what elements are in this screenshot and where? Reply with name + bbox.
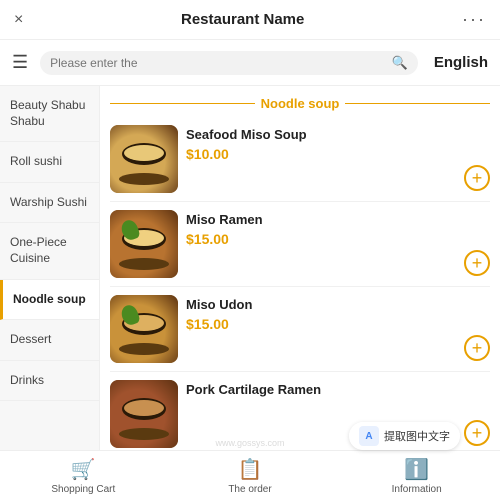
add-item-button-miso-ramen[interactable]: + <box>464 250 490 276</box>
ocr-badge[interactable]: A 提取图中文字 <box>349 422 460 450</box>
sidebar-item-warship-sushi[interactable]: Warship Sushi <box>0 183 99 224</box>
nav-icon-info: ℹ️ <box>404 457 429 482</box>
search-lang-row: ☰ 🔍 English <box>0 40 500 86</box>
item-price-miso-udon: $15.00 <box>186 316 490 332</box>
section-title: Noodle soup <box>110 86 490 117</box>
search-icon: 🔍 <box>392 55 408 71</box>
close-button[interactable]: × <box>14 11 23 29</box>
sidebar-item-dessert[interactable]: Dessert <box>0 320 99 361</box>
sidebar-item-drinks[interactable]: Drinks <box>0 361 99 402</box>
item-name-miso-ramen: Miso Ramen <box>186 212 490 227</box>
item-info-pork-cartilage-ramen: Pork Cartilage Ramen <box>186 380 490 401</box>
search-box[interactable]: 🔍 <box>40 51 418 75</box>
more-button[interactable]: ··· <box>462 9 486 30</box>
menu-item-miso-ramen: Miso Ramen $15.00 + <box>110 202 490 287</box>
add-item-button-pork-cartilage-ramen[interactable]: + <box>464 420 490 446</box>
content-area: Noodle soup Seafood Miso Soup$10.00+Miso… <box>100 86 500 456</box>
item-info-miso-udon: Miso Udon $15.00 <box>186 295 490 332</box>
item-name-miso-udon: Miso Udon <box>186 297 490 312</box>
ocr-translate-icon: A <box>359 426 379 446</box>
title-line-right <box>345 103 490 104</box>
bottom-nav: 🛒 Shopping Cart 📋 The order ℹ️ Information <box>0 450 500 500</box>
nav-label-info: Information <box>392 484 442 495</box>
item-image-miso-ramen <box>110 210 178 278</box>
main-layout: Beauty Shabu ShabuRoll sushiWarship Sush… <box>0 86 500 456</box>
item-price-miso-ramen: $15.00 <box>186 231 490 247</box>
search-input[interactable] <box>50 56 388 70</box>
add-item-button-miso-udon[interactable]: + <box>464 335 490 361</box>
top-bar: × Restaurant Name ··· <box>0 0 500 40</box>
restaurant-title: Restaurant Name <box>181 11 304 28</box>
nav-icon-cart: 🛒 <box>71 457 96 482</box>
menu-item-seafood-miso: Seafood Miso Soup $10.00 + <box>110 117 490 202</box>
nav-label-cart: Shopping Cart <box>51 484 115 495</box>
ocr-badge-label: 提取图中文字 <box>384 428 450 444</box>
item-info-miso-ramen: Miso Ramen $15.00 <box>186 210 490 247</box>
nav-label-order: The order <box>228 484 271 495</box>
sidebar-item-one-piece[interactable]: One-Piece Cuisine <box>0 223 99 279</box>
item-image-pork-cartilage-ramen <box>110 380 178 448</box>
language-label[interactable]: English <box>434 54 488 71</box>
nav-item-info[interactable]: ℹ️ Information <box>333 457 500 495</box>
menu-items-list: Seafood Miso Soup $10.00 + Miso Ramen $15.00… <box>110 117 490 456</box>
title-line-left <box>110 103 255 104</box>
section-title-text: Noodle soup <box>261 96 340 111</box>
item-image-seafood-miso <box>110 125 178 193</box>
nav-item-cart[interactable]: 🛒 Shopping Cart <box>0 457 167 495</box>
nav-icon-order: 📋 <box>238 457 263 482</box>
item-price-seafood-miso: $10.00 <box>186 146 490 162</box>
item-info-seafood-miso: Seafood Miso Soup $10.00 <box>186 125 490 162</box>
sidebar-item-noodle-soup[interactable]: Noodle soup <box>0 280 99 321</box>
sidebar: Beauty Shabu ShabuRoll sushiWarship Sush… <box>0 86 100 456</box>
add-item-button-seafood-miso[interactable]: + <box>464 165 490 191</box>
menu-icon[interactable]: ☰ <box>12 52 28 73</box>
sidebar-item-beauty-shabu[interactable]: Beauty Shabu Shabu <box>0 86 99 142</box>
item-name-pork-cartilage-ramen: Pork Cartilage Ramen <box>186 382 490 397</box>
menu-item-miso-udon: Miso Udon $15.00 + <box>110 287 490 372</box>
nav-item-order[interactable]: 📋 The order <box>167 457 334 495</box>
item-image-miso-udon <box>110 295 178 363</box>
sidebar-item-roll-sushi[interactable]: Roll sushi <box>0 142 99 183</box>
item-name-seafood-miso: Seafood Miso Soup <box>186 127 490 142</box>
